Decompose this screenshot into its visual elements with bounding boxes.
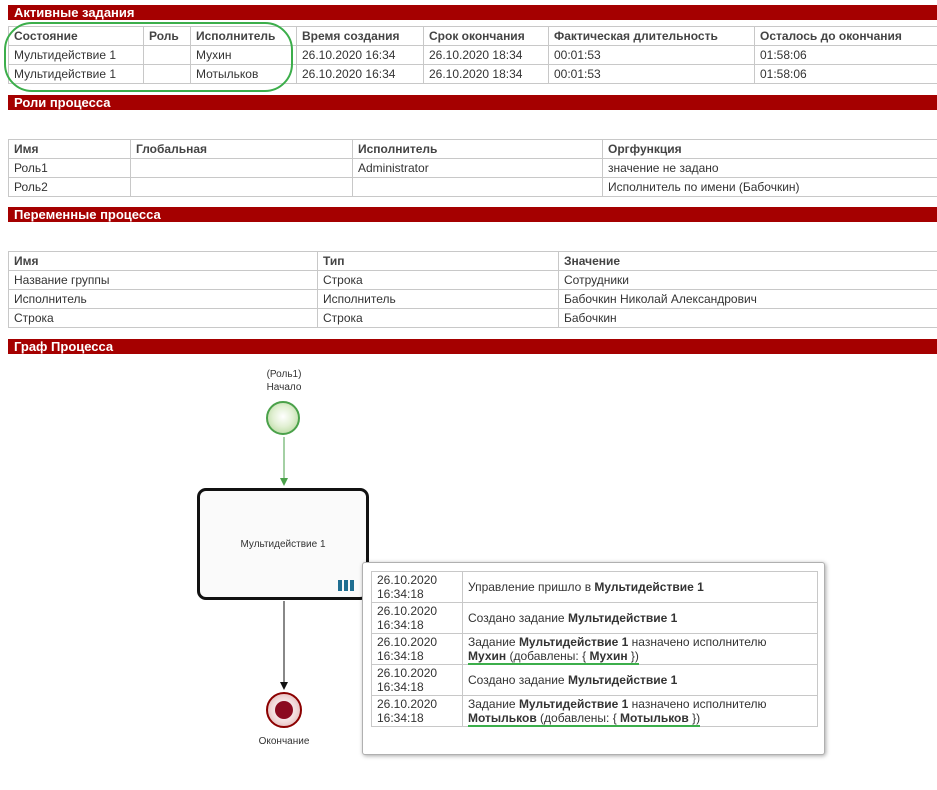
start-role-label: (Роль1) bbox=[266, 369, 302, 380]
start-event-icon[interactable] bbox=[266, 401, 300, 435]
history-message: Создано задание Мультидействие 1 bbox=[462, 602, 818, 634]
history-row: 26.10.2020 16:34:18 Задание Мультидействи… bbox=[371, 633, 818, 665]
task-node[interactable]: Мультидействие 1 bbox=[197, 488, 369, 600]
history-row: 26.10.2020 16:34:18 Создано задание Мульт… bbox=[371, 664, 818, 696]
history-message: Задание Мультидействие 1 назначено испол… bbox=[462, 633, 818, 665]
end-event-icon[interactable] bbox=[266, 692, 302, 728]
history-timestamp: 26.10.2020 16:34:18 bbox=[371, 602, 463, 634]
task-history-tooltip: 26.10.2020 16:34:18 Управление пришло в М… bbox=[362, 562, 825, 755]
history-row: 26.10.2020 16:34:18 Создано задание Мульт… bbox=[371, 602, 818, 634]
history-message: Управление пришло в Мультидействие 1 bbox=[462, 571, 818, 603]
history-timestamp: 26.10.2020 16:34:18 bbox=[371, 571, 463, 603]
history-message: Создано задание Мультидействие 1 bbox=[462, 664, 818, 696]
multi-instance-icon bbox=[338, 580, 354, 591]
start-label: Начало bbox=[266, 382, 302, 393]
history-row: 26.10.2020 16:34:18 Задание Мультидействи… bbox=[371, 695, 818, 727]
history-timestamp: 26.10.2020 16:34:18 bbox=[371, 664, 463, 696]
history-timestamp: 26.10.2020 16:34:18 bbox=[371, 633, 463, 665]
history-table: 26.10.2020 16:34:18 Управление пришло в М… bbox=[371, 571, 818, 727]
history-timestamp: 26.10.2020 16:34:18 bbox=[371, 695, 463, 727]
end-label: Окончание bbox=[258, 736, 310, 747]
history-message: Задание Мультидействие 1 назначено испол… bbox=[462, 695, 818, 727]
task-node-label: Мультидействие 1 bbox=[240, 539, 326, 550]
history-row: 26.10.2020 16:34:18 Управление пришло в М… bbox=[371, 571, 818, 603]
